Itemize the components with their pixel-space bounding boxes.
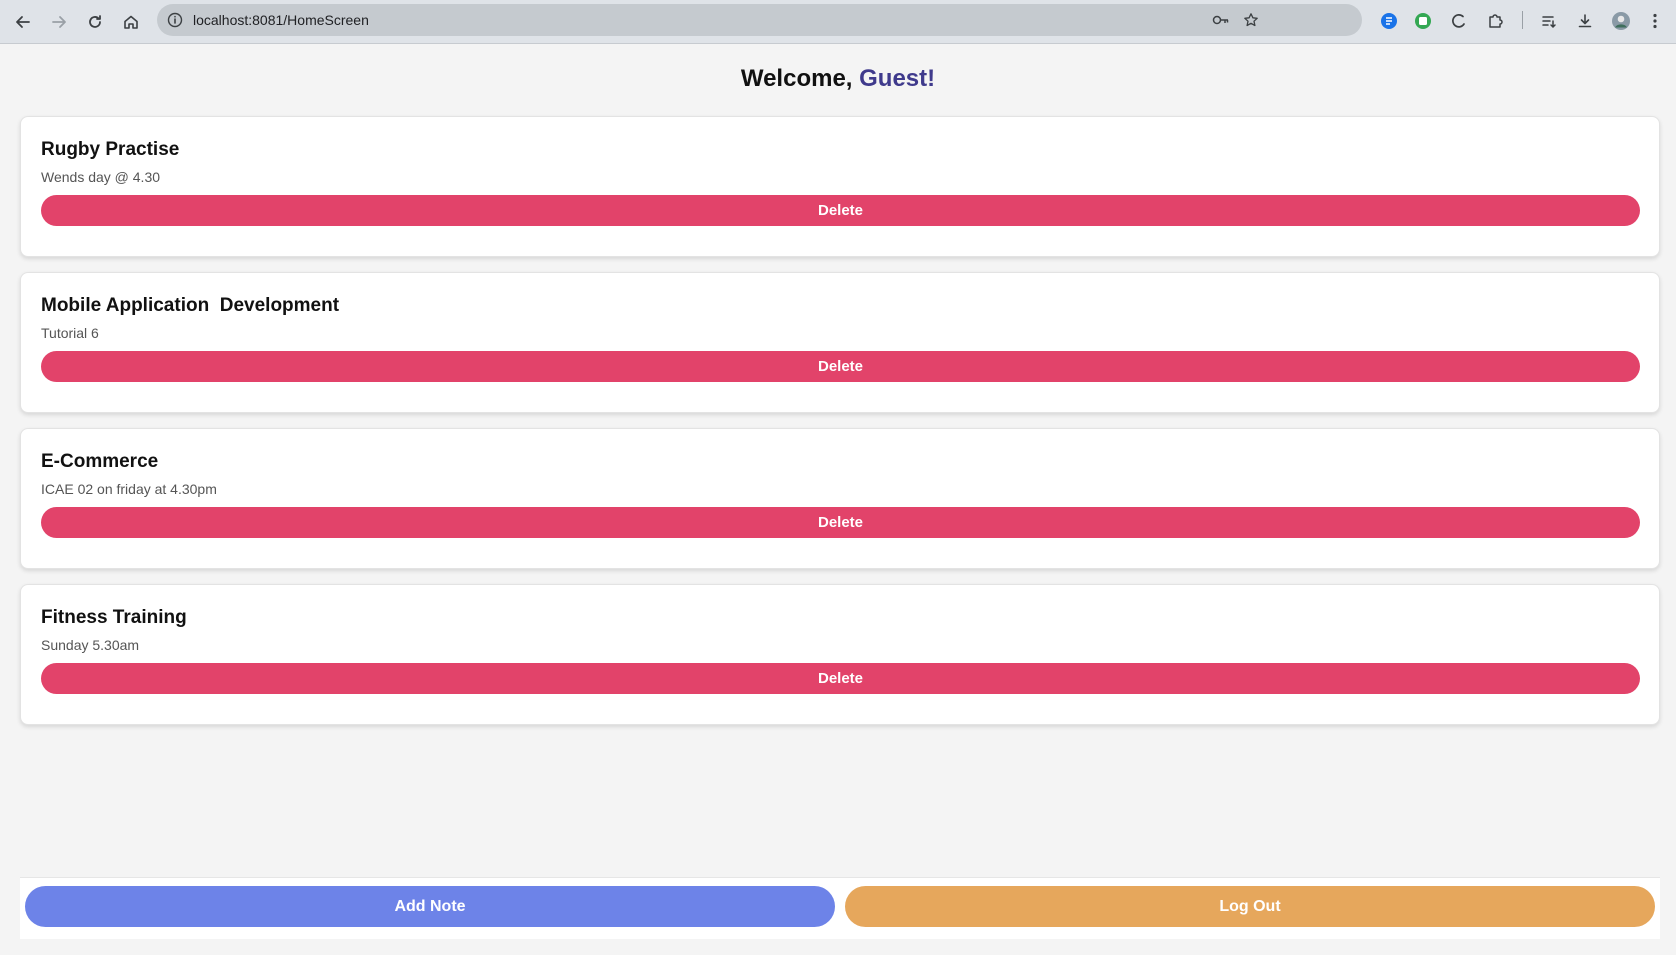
note-title: Fitness Training	[41, 607, 187, 628]
welcome-prefix: Welcome,	[740, 65, 860, 92]
username: Guest!	[859, 65, 936, 92]
note-description: ICAE 02 on friday at 4.30pm	[41, 481, 217, 497]
site-info-icon[interactable]	[165, 10, 185, 30]
menu-kebab-icon[interactable]	[1642, 8, 1668, 34]
note-card: Rugby Practise Wends day @ 4.30 Delete	[20, 116, 1660, 257]
address-bar[interactable]: localhost:8081/HomeScreen	[157, 4, 1362, 36]
extension-icon[interactable]	[1482, 8, 1508, 34]
home-screen: Welcome, Guest! Rugby Practise Wends day…	[0, 45, 1676, 955]
browser-toolbar: localhost:8081/HomeScreen	[0, 0, 1676, 44]
note-description: Tutorial 6	[41, 325, 99, 341]
toolbar-separator	[1522, 11, 1523, 29]
delete-button[interactable]: Delete	[41, 663, 1640, 694]
note-card: Fitness Training Sunday 5.30am Delete	[20, 584, 1660, 725]
download-icon[interactable]	[1572, 8, 1598, 34]
reload-icon[interactable]	[80, 7, 110, 37]
note-title: E-Commerce	[41, 451, 159, 472]
delete-button[interactable]: Delete	[41, 195, 1640, 226]
delete-button[interactable]: Delete	[41, 351, 1640, 382]
forward-arrow-icon[interactable]	[44, 7, 74, 37]
bookmark-star-icon[interactable]	[1241, 10, 1261, 30]
footer-bar: Add Note Log Out	[20, 877, 1660, 939]
password-key-icon[interactable]	[1211, 10, 1231, 30]
delete-button[interactable]: Delete	[41, 507, 1640, 538]
note-card: E-Commerce ICAE 02 on friday at 4.30pm D…	[20, 428, 1660, 569]
extension-arc-icon[interactable]	[1446, 8, 1472, 34]
back-arrow-icon[interactable]	[8, 7, 38, 37]
note-title: Rugby Practise	[41, 139, 180, 160]
note-card: Mobile Application Development Tutorial …	[20, 272, 1660, 413]
profile-avatar-icon[interactable]	[1608, 8, 1634, 34]
note-description: Sunday 5.30am	[41, 637, 140, 653]
note-description: Wends day @ 4.30	[41, 169, 161, 185]
log-out-button[interactable]: Log Out	[845, 886, 1655, 927]
home-icon[interactable]	[116, 7, 146, 37]
welcome-heading: Welcome, Guest!	[0, 65, 1676, 93]
add-note-button[interactable]: Add Note	[25, 886, 835, 927]
note-title: Mobile Application Development	[41, 295, 340, 316]
reading-list-icon[interactable]	[1536, 8, 1562, 34]
extension-blue-icon[interactable]	[1376, 8, 1402, 34]
extension-green-icon[interactable]	[1410, 8, 1436, 34]
url-text[interactable]: localhost:8081/HomeScreen	[193, 12, 369, 28]
